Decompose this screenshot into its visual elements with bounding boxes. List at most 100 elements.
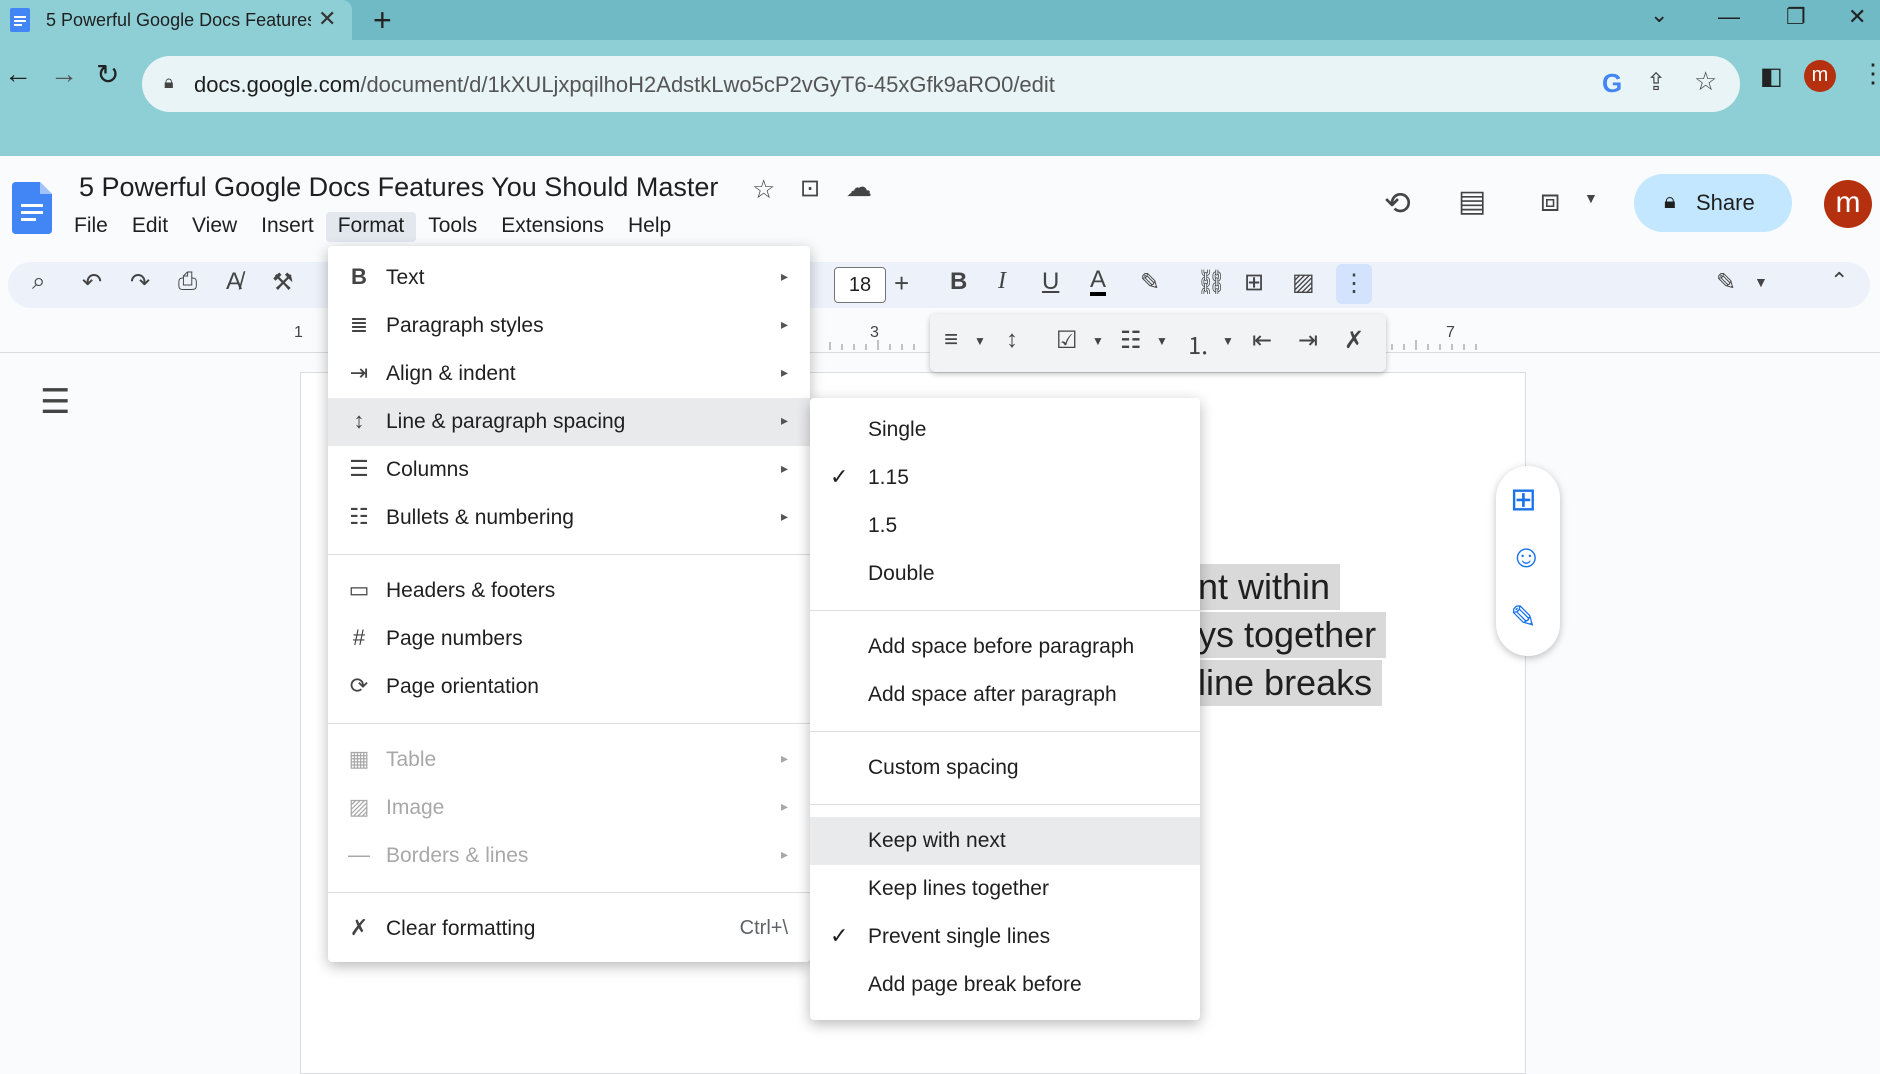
editing-mode-dropdown-icon[interactable]: ▼ xyxy=(1754,274,1768,290)
move-folder-icon[interactable]: ⊡ xyxy=(800,174,820,203)
comments-icon[interactable]: ▤ xyxy=(1458,184,1486,219)
minimize-icon[interactable]: — xyxy=(1718,4,1740,30)
editing-mode-icon[interactable]: ✎ xyxy=(1716,268,1736,297)
document-title[interactable]: 5 Powerful Google Docs Features You Shou… xyxy=(79,172,718,203)
undo-icon[interactable]: ↶ xyxy=(82,268,102,297)
spellcheck-icon[interactable]: A̸ xyxy=(226,268,242,296)
spacing-option-1-5[interactable]: 1.5 xyxy=(810,502,1200,550)
bookmark-star-icon[interactable]: ☆ xyxy=(1694,66,1717,97)
account-avatar[interactable]: m xyxy=(1824,180,1872,228)
add-space-before-paragraph[interactable]: Add space before paragraph xyxy=(810,623,1200,671)
menu-help[interactable]: Help xyxy=(616,212,683,242)
back-icon[interactable]: ← xyxy=(4,58,32,90)
spacing-option-1-15[interactable]: ✓ 1.15 xyxy=(810,454,1200,502)
italic-icon[interactable]: I xyxy=(998,268,1006,295)
menu-file[interactable]: File xyxy=(62,212,120,242)
increase-indent-icon[interactable]: ⇥ xyxy=(1298,326,1318,355)
restore-icon[interactable]: ❐ xyxy=(1786,4,1806,30)
keep-lines-together[interactable]: Keep lines together xyxy=(810,865,1200,913)
keep-with-next[interactable]: Keep with next xyxy=(810,817,1200,865)
format-menu-item-clear-formatting[interactable]: ✗ Clear formatting Ctrl+\ xyxy=(328,905,810,953)
font-size-input[interactable]: 18 xyxy=(834,267,886,303)
insert-link-icon[interactable]: ⛓ xyxy=(1196,268,1226,297)
document-outline-icon[interactable]: ☰ xyxy=(40,382,70,422)
increase-font-size-icon[interactable]: + xyxy=(894,268,909,299)
format-menu-item-line-spacing[interactable]: ↕ Line & paragraph spacing ▸ xyxy=(328,398,810,446)
version-history-icon[interactable]: ⟲ xyxy=(1384,184,1411,222)
numbered-list-dropdown-icon[interactable]: ▼ xyxy=(1222,334,1234,348)
search-menus-icon[interactable]: ⌕ xyxy=(32,268,45,296)
tab-close-icon[interactable]: ✕ xyxy=(318,6,336,32)
format-menu-item-text[interactable]: B Text ▸ xyxy=(328,254,810,302)
menu-edit[interactable]: Edit xyxy=(120,212,180,242)
menu-format[interactable]: Format xyxy=(325,212,417,242)
format-menu-item-page-numbers[interactable]: # Page numbers xyxy=(328,615,810,663)
meet-icon[interactable]: ⧈ xyxy=(1540,182,1560,220)
spacing-option-single[interactable]: Single xyxy=(810,406,1200,454)
docs-logo-icon[interactable] xyxy=(12,182,52,234)
add-comment-icon[interactable]: ⊞ xyxy=(1510,480,1537,518)
profile-avatar[interactable]: m xyxy=(1804,60,1836,92)
format-menu-item-borders-lines[interactable]: — Borders & lines ▸ xyxy=(328,832,810,880)
suggest-edits-icon[interactable]: ✎ xyxy=(1510,598,1537,636)
address-bar[interactable]: 🔒︎ docs.google.com/document/d/1kXULjxpqi… xyxy=(142,56,1740,112)
print-icon[interactable]: ⎙ xyxy=(178,268,197,296)
menu-insert[interactable]: Insert xyxy=(249,212,326,242)
redo-icon[interactable]: ↷ xyxy=(130,268,150,297)
numbered-list-icon[interactable]: ⒈ xyxy=(1186,326,1210,361)
format-menu-item-columns[interactable]: ☰ Columns ▸ xyxy=(328,446,810,494)
document-text-line[interactable]: line breaks xyxy=(1198,660,1383,706)
add-emoji-reaction-icon[interactable]: ☺ xyxy=(1510,538,1543,575)
google-icon[interactable]: G xyxy=(1602,68,1622,99)
cloud-saved-icon[interactable]: ☁ xyxy=(846,172,872,203)
text-color-icon[interactable]: A xyxy=(1090,268,1107,296)
paint-format-icon[interactable]: ⚒ xyxy=(272,268,294,297)
meet-dropdown-icon[interactable]: ▼ xyxy=(1584,190,1598,206)
spacing-option-double[interactable]: Double xyxy=(810,550,1200,598)
browser-tab[interactable]: 5 Powerful Google Docs Features You Shou… xyxy=(0,0,352,40)
reload-icon[interactable]: ↻ xyxy=(96,58,119,91)
bulleted-list-dropdown-icon[interactable]: ▼ xyxy=(1156,334,1168,348)
format-menu-item-page-orientation[interactable]: ⟳ Page orientation xyxy=(328,663,810,711)
document-text-line[interactable]: nt within xyxy=(1198,564,1341,610)
align-dropdown-icon[interactable]: ▼ xyxy=(974,334,986,348)
line-spacing-icon[interactable]: ↕ xyxy=(1006,326,1018,354)
hide-menus-icon[interactable]: ⌃ xyxy=(1830,268,1848,294)
document-text-line[interactable]: ys together xyxy=(1198,612,1387,658)
share-page-icon[interactable]: ⇪ xyxy=(1646,68,1666,97)
side-panel-icon[interactable]: ◧ xyxy=(1760,62,1783,91)
format-menu-item-align-indent[interactable]: ⇥ Align & indent ▸ xyxy=(328,350,810,398)
bold-icon[interactable]: B xyxy=(950,268,967,296)
insert-image-icon[interactable]: ▨ xyxy=(1292,268,1315,297)
share-button[interactable]: 🔒︎ Share xyxy=(1634,174,1792,232)
highlight-icon[interactable]: ✎ xyxy=(1140,268,1160,297)
format-menu-item-table[interactable]: ▦ Table ▸ xyxy=(328,736,810,784)
underline-icon[interactable]: U xyxy=(1042,268,1059,296)
clear-formatting-icon[interactable]: ✗ xyxy=(1344,326,1364,355)
tab-search-icon[interactable]: ⌄ xyxy=(1650,2,1668,28)
checklist-icon[interactable]: ☑ xyxy=(1056,326,1078,355)
prevent-single-lines[interactable]: ✓ Prevent single lines xyxy=(810,913,1200,961)
forward-icon[interactable]: → xyxy=(50,58,78,90)
format-menu-item-image[interactable]: ▨ Image ▸ xyxy=(328,784,810,832)
add-page-break-before[interactable]: Add page break before xyxy=(810,961,1200,1009)
format-menu-item-headers-footers[interactable]: ▭ Headers & footers xyxy=(328,567,810,615)
lock-icon[interactable]: 🔒︎ xyxy=(164,72,174,93)
add-comment-icon[interactable]: ⊞ xyxy=(1244,268,1264,297)
align-left-icon[interactable]: ≡ xyxy=(944,326,958,354)
bulleted-list-icon[interactable]: ☷ xyxy=(1120,326,1142,355)
new-tab-button[interactable]: + xyxy=(373,2,392,39)
format-menu-item-paragraph-styles[interactable]: ≣ Paragraph styles ▸ xyxy=(328,302,810,350)
more-options-icon[interactable]: ⋮ xyxy=(1336,264,1372,304)
decrease-indent-icon[interactable]: ⇤ xyxy=(1252,326,1272,355)
format-menu-item-bullets[interactable]: ☷ Bullets & numbering ▸ xyxy=(328,494,810,542)
star-icon[interactable]: ☆ xyxy=(752,174,775,205)
url-text[interactable]: docs.google.com/document/d/1kXULjxpqilho… xyxy=(194,72,1055,98)
add-space-after-paragraph[interactable]: Add space after paragraph xyxy=(810,671,1200,719)
chrome-menu-icon[interactable]: ⋮ xyxy=(1860,58,1880,89)
menu-tools[interactable]: Tools xyxy=(416,212,489,242)
menu-extensions[interactable]: Extensions xyxy=(489,212,616,242)
checklist-dropdown-icon[interactable]: ▼ xyxy=(1092,334,1104,348)
close-window-icon[interactable]: ✕ xyxy=(1848,4,1866,30)
custom-spacing[interactable]: Custom spacing xyxy=(810,744,1200,792)
